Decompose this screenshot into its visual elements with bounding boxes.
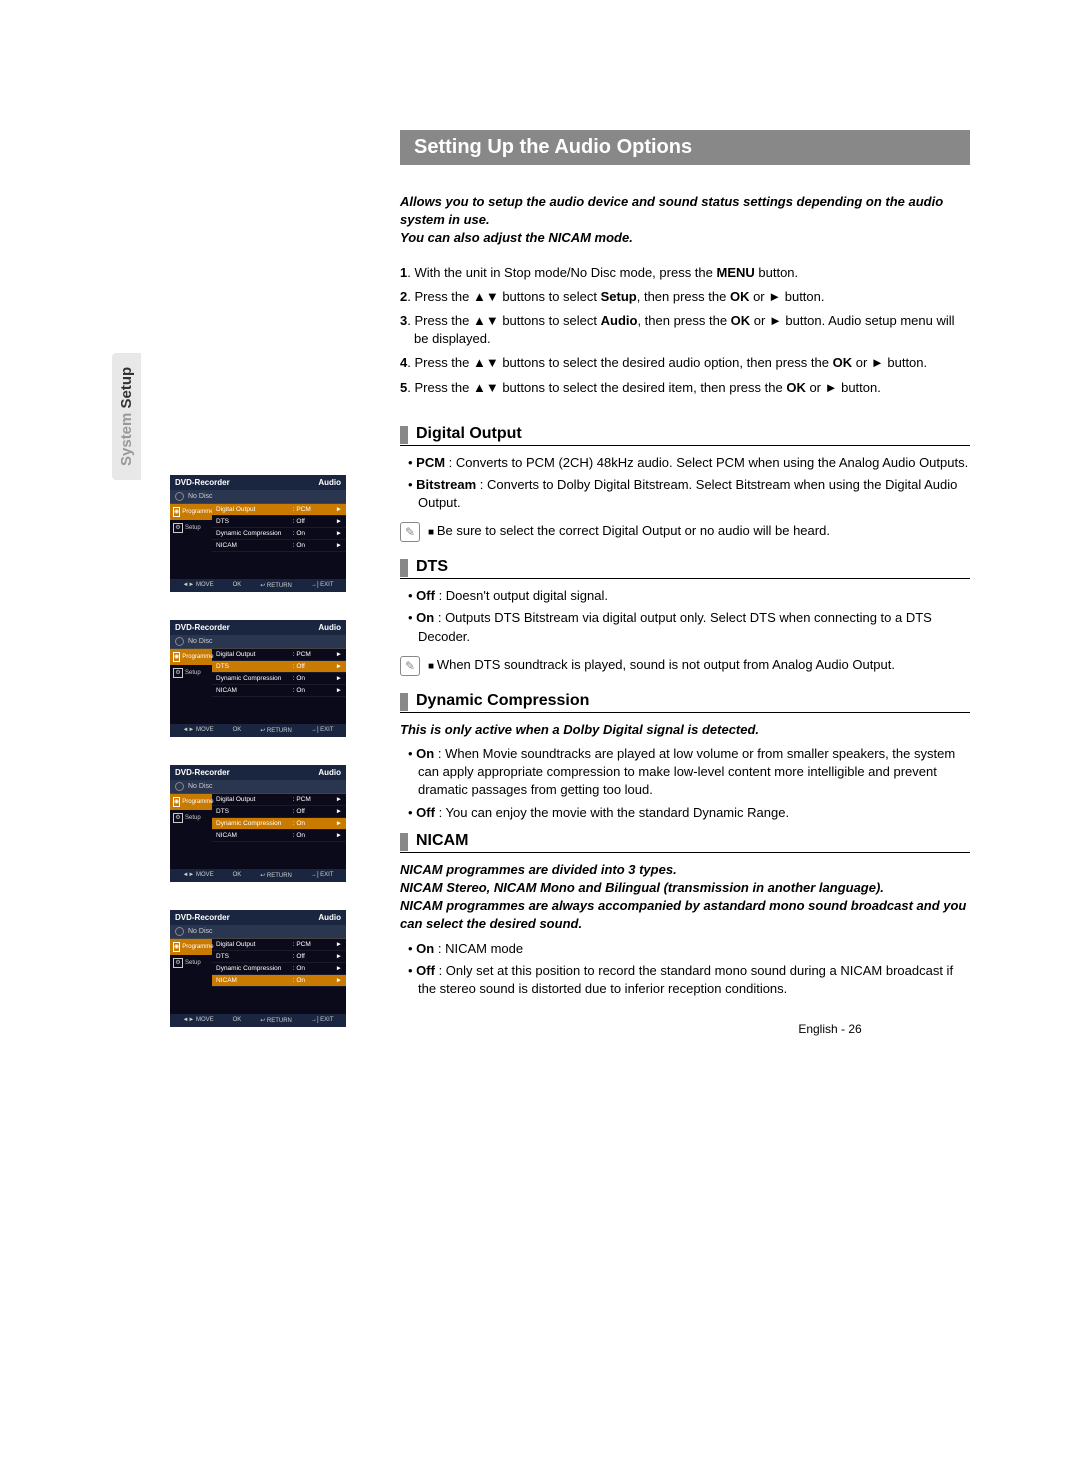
step-2: 2. Press the ▲▼ buttons to select Setup,… — [400, 288, 970, 306]
section-heading: DTS — [416, 558, 448, 578]
programme-icon: ◉ — [173, 942, 180, 952]
osd-screenshots: DVD-Recorder Audio No Disc ◉Programme ⚙Se… — [170, 475, 346, 1055]
disc-icon — [175, 927, 184, 936]
osd-row: DTS: Off► — [212, 516, 346, 528]
section-bar-icon — [400, 559, 408, 577]
step-5: 5. Press the ▲▼ buttons to select the de… — [400, 379, 970, 397]
section-bar-icon — [400, 693, 408, 711]
page-footer: English - 26 — [690, 1022, 970, 1036]
bullet: • On : NICAM mode — [408, 940, 970, 958]
osd-digital-output: DVD-Recorder Audio No Disc ◉Programme ⚙Se… — [170, 475, 346, 592]
sub-note: NICAM programmes are divided into 3 type… — [400, 861, 970, 934]
osd-nicam: DVD-RecorderAudio No Disc ◉Programme ⚙Se… — [170, 910, 346, 1027]
note-text: When DTS soundtrack is played, sound is … — [428, 656, 970, 674]
section-heading: NICAM — [416, 832, 468, 852]
osd-footer: ◄► MOVEOK↩ RETURN→] EXIT — [170, 579, 346, 592]
section-digital-output: Digital Output — [400, 425, 970, 446]
osd-nodisc: No Disc — [170, 490, 346, 504]
section-nicam: NICAM — [400, 832, 970, 853]
page-title: Setting Up the Audio Options — [400, 130, 970, 165]
note: ✎ When DTS soundtrack is played, sound i… — [400, 656, 970, 676]
step-4: 4. Press the ▲▼ buttons to select the de… — [400, 354, 970, 372]
section-dynamic-compression: Dynamic Compression — [400, 692, 970, 713]
main-content: Allows you to setup the audio device and… — [400, 193, 970, 1036]
bullet: • Off : Doesn't output digital signal. — [408, 587, 970, 605]
bullet: • On : When Movie soundtracks are played… — [408, 745, 970, 800]
osd-section: Audio — [318, 478, 341, 487]
note-text: Be sure to select the correct Digital Ou… — [428, 522, 970, 540]
disc-icon — [175, 782, 184, 791]
manual-page: System Setup Setting Up the Audio Option… — [0, 0, 1080, 1461]
section-dts: DTS — [400, 558, 970, 579]
programme-icon: ◉ — [173, 652, 180, 662]
osd-row: NICAM: On► — [212, 540, 346, 552]
osd-dynamic-compression: DVD-RecorderAudio No Disc ◉Programme ⚙Se… — [170, 765, 346, 882]
osd-side-programme: ◉Programme — [170, 504, 212, 520]
bullet: • PCM : Converts to PCM (2CH) 48kHz audi… — [408, 454, 970, 472]
bullet: • On : Outputs DTS Bitstream via digital… — [408, 609, 970, 645]
gear-icon: ⚙ — [173, 958, 183, 968]
gear-icon: ⚙ — [173, 813, 183, 823]
disc-icon — [175, 637, 184, 646]
intro-text: Allows you to setup the audio device and… — [400, 193, 970, 248]
programme-icon: ◉ — [173, 507, 180, 517]
osd-row: Dynamic Compression: On► — [212, 528, 346, 540]
bullet: • Off : Only set at this position to rec… — [408, 962, 970, 998]
disc-icon — [175, 492, 184, 501]
gear-icon: ⚙ — [173, 668, 183, 678]
section-heading: Digital Output — [416, 425, 522, 445]
gear-icon: ⚙ — [173, 523, 183, 533]
side-tab-light: System — [118, 413, 135, 466]
step-1: 1. With the unit in Stop mode/No Disc mo… — [400, 264, 970, 282]
osd-row: Digital Output: PCM► — [212, 504, 346, 516]
section-bar-icon — [400, 426, 408, 444]
side-tab: System Setup — [112, 353, 141, 480]
note-icon: ✎ — [400, 522, 420, 542]
sub-note: This is only active when a Dolby Digital… — [400, 721, 970, 739]
bullet: • Bitstream : Converts to Dolby Digital … — [408, 476, 970, 512]
step-3: 3. Press the ▲▼ buttons to select Audio,… — [400, 312, 970, 348]
note-icon: ✎ — [400, 656, 420, 676]
side-tab-dark: Setup — [118, 367, 135, 409]
osd-side-setup: ⚙Setup — [170, 520, 212, 536]
section-bar-icon — [400, 833, 408, 851]
section-heading: Dynamic Compression — [416, 692, 589, 712]
osd-dts: DVD-RecorderAudio No Disc ◉Programme ⚙Se… — [170, 620, 346, 737]
steps-list: 1. With the unit in Stop mode/No Disc mo… — [400, 264, 970, 397]
note: ✎ Be sure to select the correct Digital … — [400, 522, 970, 542]
programme-icon: ◉ — [173, 797, 180, 807]
osd-title: DVD-Recorder — [175, 478, 230, 487]
bullet: • Off : You can enjoy the movie with the… — [408, 804, 970, 822]
